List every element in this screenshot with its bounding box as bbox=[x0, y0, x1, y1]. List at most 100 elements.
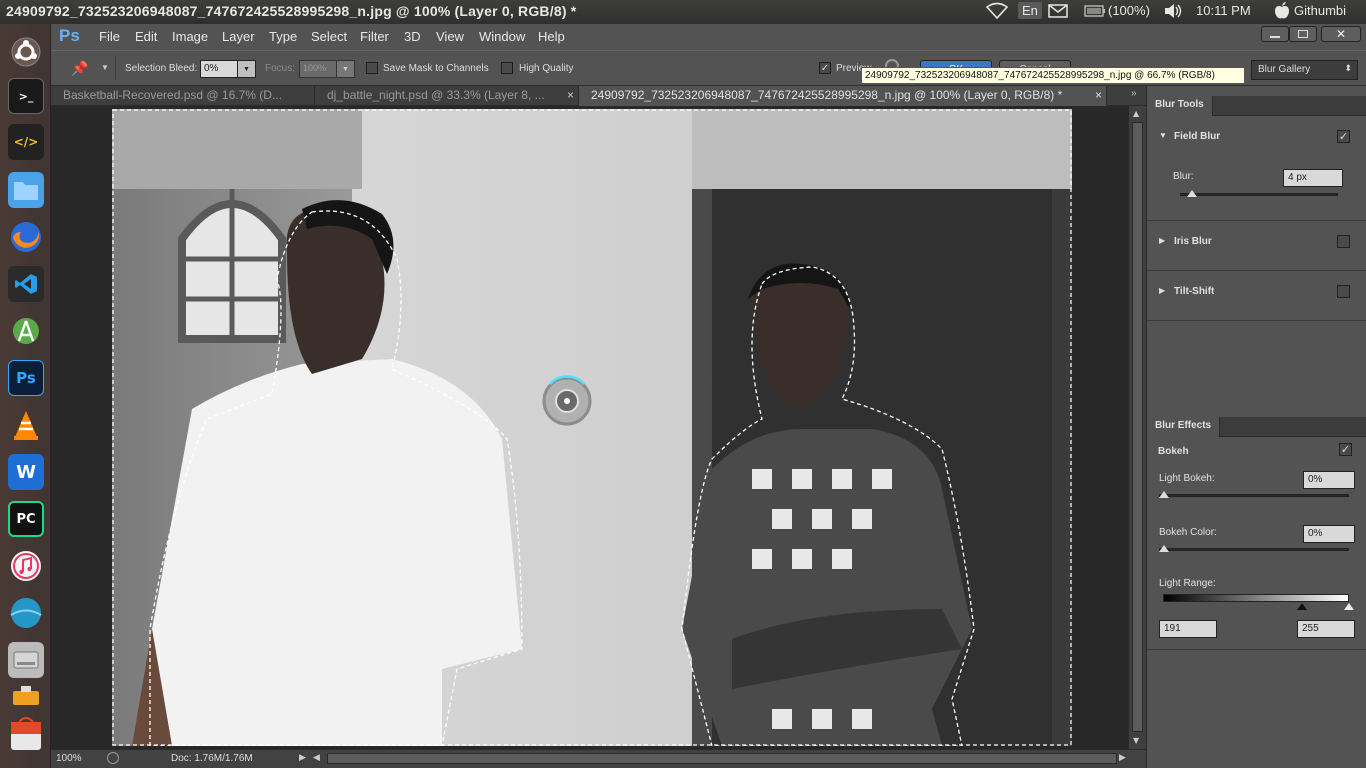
focus-field: 100% ▼ bbox=[299, 60, 355, 78]
expand-icon[interactable]: ▶ bbox=[1159, 236, 1165, 245]
blur-effects-tab[interactable]: Blur Effects bbox=[1147, 417, 1221, 437]
scrollbar-thumb[interactable] bbox=[1132, 122, 1143, 732]
bokeh-color-field[interactable]: 0% bbox=[1303, 525, 1355, 543]
chevron-down-icon: ▼ bbox=[336, 61, 354, 77]
light-range-low-thumb[interactable] bbox=[1297, 603, 1307, 610]
photo-illustration bbox=[112, 109, 1072, 746]
minimize-button[interactable] bbox=[1261, 26, 1289, 42]
scroll-left-icon[interactable]: ◀ bbox=[313, 752, 320, 763]
firefox-icon[interactable] bbox=[8, 219, 44, 255]
selection-bleed-field[interactable]: 0% ▼ bbox=[200, 60, 256, 78]
android-studio-icon[interactable] bbox=[8, 313, 44, 349]
blur-effects-header: Blur Effects bbox=[1147, 417, 1366, 437]
menu-type[interactable]: Type bbox=[269, 29, 297, 44]
status-menu-icon[interactable]: ▶ bbox=[299, 752, 306, 763]
light-bokeh-thumb[interactable] bbox=[1159, 491, 1169, 498]
tool-preset-dropdown-icon[interactable]: ▼ bbox=[101, 63, 109, 72]
expand-icon[interactable]: ▶ bbox=[1159, 286, 1165, 295]
mail-icon[interactable] bbox=[1048, 3, 1068, 22]
wps-writer-icon[interactable]: W bbox=[8, 454, 44, 490]
light-range-gradient[interactable] bbox=[1163, 594, 1349, 602]
close-tab-icon[interactable]: × bbox=[567, 88, 574, 102]
preview-checkbox[interactable]: ✓ bbox=[819, 62, 831, 74]
pin-tool-icon[interactable]: 📌 bbox=[71, 60, 88, 77]
blur-slider-track[interactable] bbox=[1180, 193, 1338, 196]
usb-drive-icon[interactable] bbox=[8, 684, 44, 708]
vlc-icon[interactable] bbox=[8, 407, 44, 443]
pycharm-icon[interactable]: PC bbox=[8, 501, 44, 537]
ubuntu-dash-icon[interactable] bbox=[8, 34, 44, 70]
bokeh-color-slider[interactable] bbox=[1159, 548, 1349, 551]
blur-tools-tab[interactable]: Blur Tools bbox=[1147, 96, 1213, 116]
tab-basketball[interactable]: Basketball-Recovered.psd @ 16.7% (D... bbox=[51, 86, 315, 106]
apple-icon[interactable] bbox=[1274, 2, 1290, 23]
menu-view[interactable]: View bbox=[436, 29, 464, 44]
high-quality-checkbox[interactable] bbox=[501, 62, 513, 74]
wifi-icon[interactable] bbox=[985, 2, 1009, 23]
tab-current-image[interactable]: 24909792_732523206948087_747672425528995… bbox=[579, 86, 1107, 106]
photo-canvas[interactable] bbox=[112, 109, 1072, 746]
zoom-level[interactable]: 100% bbox=[56, 753, 82, 764]
app-icon[interactable] bbox=[8, 595, 44, 631]
menu-layer[interactable]: Layer bbox=[222, 29, 255, 44]
save-mask-label: Save Mask to Channels bbox=[383, 63, 489, 74]
blur-slider-thumb[interactable] bbox=[1187, 190, 1197, 197]
light-range-low-value: 191 bbox=[1164, 623, 1181, 634]
tab-dj-battle-night[interactable]: dj_battle_night.psd @ 33.3% (Layer 8, ..… bbox=[315, 86, 579, 106]
light-range-low-field[interactable]: 191 bbox=[1159, 620, 1217, 638]
field-blur-checkbox[interactable]: ✓ bbox=[1337, 130, 1350, 143]
iris-blur-section: ▶ Iris Blur bbox=[1147, 221, 1366, 271]
itunes-icon[interactable] bbox=[8, 548, 44, 584]
photoshop-launcher-icon[interactable]: Ps bbox=[8, 360, 44, 396]
status-info-icon[interactable] bbox=[107, 752, 119, 764]
keyboard-layout-indicator[interactable]: En bbox=[1018, 2, 1042, 19]
light-range-label: Light Range: bbox=[1159, 578, 1216, 589]
terminal-icon[interactable]: >_ bbox=[8, 78, 44, 114]
disk-drive-icon[interactable] bbox=[8, 642, 44, 678]
scroll-down-icon[interactable]: ▼ bbox=[1133, 736, 1139, 745]
files-icon[interactable] bbox=[8, 172, 44, 208]
user-name[interactable]: Githumbi bbox=[1294, 3, 1346, 18]
blur-panel: Blur Tools ▼ Field Blur ✓ Blur: 4 px ▶ I… bbox=[1146, 86, 1366, 768]
tooltip: 24909792_732523206948087_747672425528995… bbox=[861, 67, 1245, 84]
horizontal-scrollbar-thumb[interactable] bbox=[327, 753, 1117, 764]
software-center-icon[interactable] bbox=[8, 714, 44, 754]
menu-image[interactable]: Image bbox=[172, 29, 208, 44]
volume-icon[interactable] bbox=[1163, 3, 1183, 22]
menu-select[interactable]: Select bbox=[311, 29, 347, 44]
bokeh-color-thumb[interactable] bbox=[1159, 545, 1169, 552]
iris-blur-checkbox[interactable] bbox=[1337, 235, 1350, 248]
selection-bleed-label: Selection Bleed: bbox=[125, 63, 198, 74]
scroll-up-icon[interactable]: ▲ bbox=[1133, 109, 1139, 118]
menu-filter[interactable]: Filter bbox=[360, 29, 389, 44]
battery-icon[interactable] bbox=[1084, 4, 1106, 21]
workspace-switcher[interactable]: Blur Gallery ⬍ bbox=[1251, 60, 1358, 80]
light-range-high-thumb[interactable] bbox=[1344, 603, 1354, 610]
vertical-scrollbar[interactable]: ▲ ▼ bbox=[1128, 106, 1146, 749]
light-range-high-field[interactable]: 255 bbox=[1297, 620, 1355, 638]
menu-file[interactable]: File bbox=[99, 29, 120, 44]
chevron-down-icon[interactable]: ▼ bbox=[237, 61, 255, 77]
light-bokeh-field[interactable]: 0% bbox=[1303, 471, 1355, 489]
menu-edit[interactable]: Edit bbox=[135, 29, 157, 44]
close-tab-icon[interactable]: × bbox=[1095, 88, 1102, 102]
clock[interactable]: 10:11 PM bbox=[1196, 3, 1251, 18]
light-bokeh-slider[interactable] bbox=[1159, 494, 1349, 497]
blur-amount-field[interactable]: 4 px bbox=[1283, 169, 1343, 187]
tilt-shift-checkbox[interactable] bbox=[1337, 285, 1350, 298]
code-editor-icon[interactable]: </> bbox=[8, 124, 44, 160]
bokeh-checkbox[interactable]: ✓ bbox=[1339, 443, 1352, 456]
scroll-right-icon[interactable]: ▶ bbox=[1119, 752, 1126, 763]
close-button[interactable]: ✕ bbox=[1321, 26, 1361, 42]
collapse-icon[interactable]: ▼ bbox=[1159, 131, 1167, 140]
menu-help[interactable]: Help bbox=[538, 29, 565, 44]
battery-percent: (100%) bbox=[1108, 3, 1150, 18]
menu-window[interactable]: Window bbox=[479, 29, 525, 44]
tab-overflow-icon[interactable]: » bbox=[1131, 88, 1137, 99]
restore-button[interactable] bbox=[1289, 26, 1317, 42]
light-bokeh-value: 0% bbox=[1308, 474, 1323, 485]
bokeh-color-label: Bokeh Color: bbox=[1159, 527, 1217, 538]
menu-3d[interactable]: 3D bbox=[404, 29, 421, 44]
save-mask-checkbox[interactable] bbox=[366, 62, 378, 74]
vscode-icon[interactable] bbox=[8, 266, 44, 302]
